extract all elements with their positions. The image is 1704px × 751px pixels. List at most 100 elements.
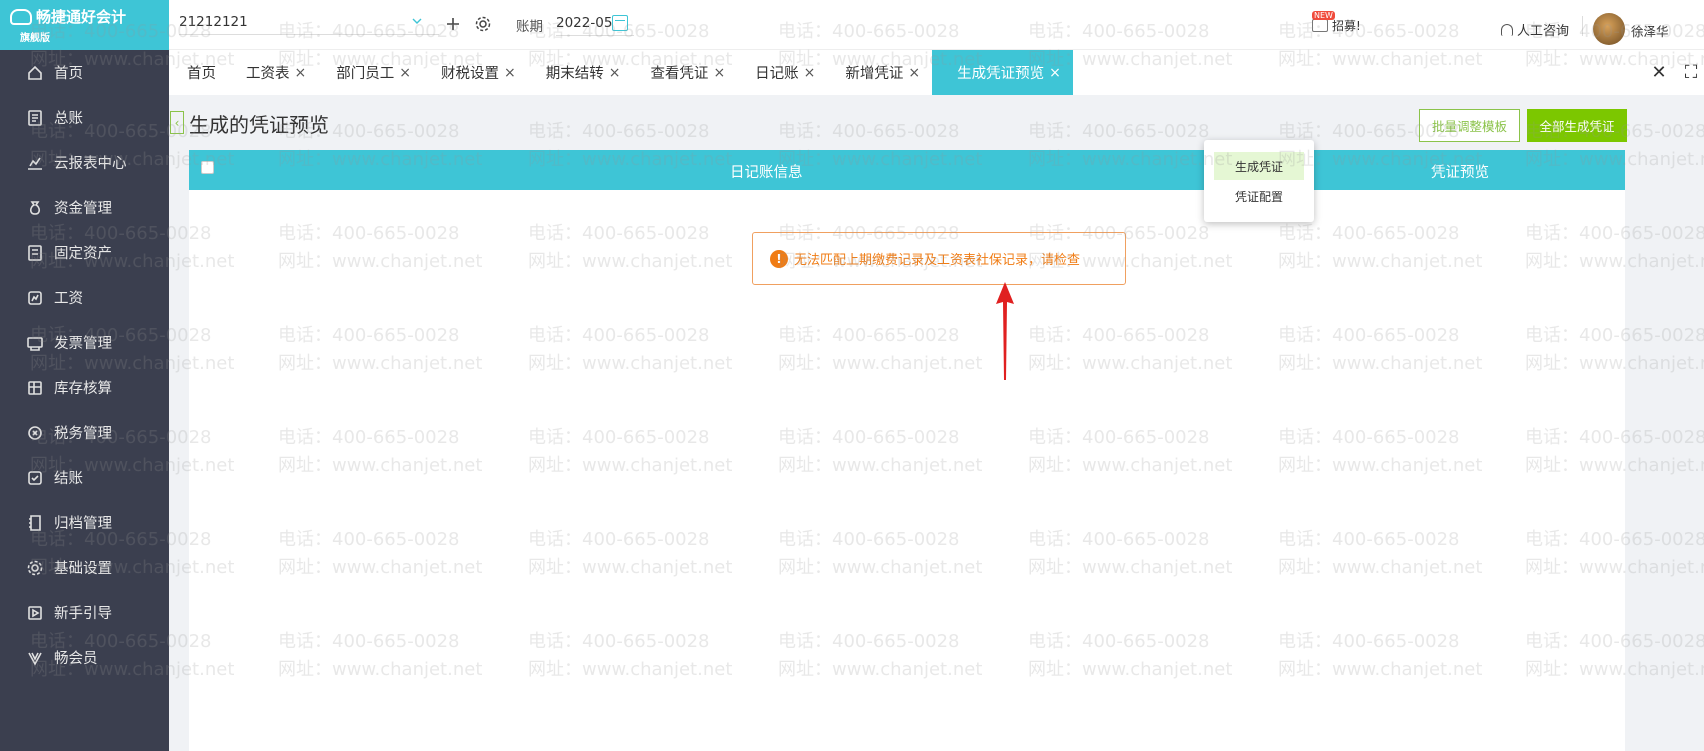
cloud-logo-icon [10,8,32,25]
close-icon[interactable]: × [908,65,920,81]
sidebar-nav: 首页总账云报表中心资金管理固定资产工资发票管理库存核算税务管理结账归档管理基础设… [0,50,169,680]
avatar[interactable] [1593,13,1625,45]
logo[interactable]: 畅捷通好会计 旗舰版 [0,0,169,50]
guide-icon [26,604,44,622]
inventory-icon [26,379,44,397]
tab-3[interactable]: 财税设置 × [423,50,528,95]
sidebar-item-label: 库存核算 [54,381,112,397]
tab-label: 首页 [187,66,216,82]
sidebar-item-inventory[interactable]: 库存核算 [0,365,169,410]
header-voucher-preview: 凭证预览 [1431,165,1489,181]
sidebar-item-money-bag[interactable]: 资金管理 [0,185,169,230]
sidebar-item-label: 云报表中心 [54,156,127,172]
archive-icon [26,514,44,532]
calendar-icon[interactable] [612,15,628,31]
sidebar-item-checkout[interactable]: 结账 [0,455,169,500]
sidebar-item-salary[interactable]: 工资 [0,275,169,320]
sidebar-item-ledger[interactable]: 总账 [0,95,169,140]
sidebar-item-label: 首页 [54,66,83,82]
menu-item-generate-voucher[interactable]: 生成凭证 [1214,152,1304,180]
logo-title: 畅捷通好会计 [36,8,127,26]
home-icon [26,64,44,82]
tab-7[interactable]: 新增凭证 × [827,50,932,95]
sidebar-item-label: 总账 [54,111,83,127]
fullscreen-icon[interactable]: ⛶ [1682,62,1700,83]
close-icon[interactable]: × [1049,65,1061,81]
sidebar-item-label: 新手引导 [54,606,112,622]
sidebar-item-guide[interactable]: 新手引导 [0,590,169,635]
close-icon[interactable]: × [713,65,725,81]
tab-0[interactable]: 首页 [169,50,228,95]
period-label: 账期 [516,19,543,35]
sidebar-item-label: 资金管理 [54,201,112,217]
recruit-label: 招募! [1332,19,1361,33]
tab-6[interactable]: 日记账 × [737,50,827,95]
logo-title-row: 畅捷通好会计 [10,6,159,27]
asset-icon [26,244,44,262]
new-badge: NEW [1312,11,1335,20]
top-bar: 21212121 账期 2022-05 NEW 招募! 人工咨询 徐泽华 [169,0,1704,50]
tab-label: 新增凭证 [845,66,904,82]
sidebar-item-tax[interactable]: 税务管理 [0,410,169,455]
sidebar-item-label: 税务管理 [54,426,112,442]
divider [1582,16,1583,36]
sidebar-item-label: 畅会员 [54,651,98,667]
sidebar-item-label: 发票管理 [54,336,112,352]
select-all-checkbox[interactable] [201,161,214,174]
tax-icon [26,424,44,442]
support-link[interactable]: 人工咨询 [1501,20,1569,39]
sidebar-item-chart[interactable]: 云报表中心 [0,140,169,185]
sidebar: 畅捷通好会计 旗舰版 首页总账云报表中心资金管理固定资产工资发票管理库存核算税务… [0,0,169,751]
warning-icon: ! [770,249,788,268]
sidebar-item-label: 归档管理 [54,516,112,532]
table-header: 日记账信息 凭证预览 [189,150,1625,190]
tab-label: 部门员工 [336,66,395,82]
close-all-icon[interactable]: ✕ [1650,62,1668,83]
close-icon[interactable]: × [399,65,411,81]
tab-actions: ✕ ⛶ [1650,50,1704,95]
sidebar-item-archive[interactable]: 归档管理 [0,500,169,545]
money-bag-icon [26,199,44,217]
close-icon[interactable]: × [804,65,816,81]
tab-5[interactable]: 查看凭证 × [632,50,737,95]
close-icon[interactable]: × [295,65,307,81]
warning-alert: ! 无法匹配上期缴费记录及工资表社保记录，请检查 [752,232,1126,285]
sidebar-item-home[interactable]: 首页 [0,50,169,95]
username[interactable]: 徐泽华 [1631,21,1669,40]
tab-label: 财税设置 [440,66,499,82]
header-journal-info: 日记账信息 [730,165,803,181]
tab-label: 日记账 [755,66,799,82]
sidebar-item-invoice[interactable]: 发票管理 [0,320,169,365]
tab-4[interactable]: 期末结转 × [528,50,633,95]
sidebar-item-vip[interactable]: 畅会员 [0,635,169,680]
add-icon[interactable] [443,14,463,34]
invoice-icon [26,334,44,352]
sidebar-item-asset[interactable]: 固定资产 [0,230,169,275]
vip-icon [26,649,44,667]
recruit-link[interactable]: NEW 招募! [1312,11,1361,34]
gear-icon[interactable] [473,14,493,34]
close-icon[interactable]: × [609,65,621,81]
tab-label: 工资表 [246,66,290,82]
back-chevron-icon[interactable]: ‹ [170,111,184,134]
main-content: ‹ 生成的凭证预览 批量调整模板 全部生成凭证 日记账信息 凭证预览 [169,95,1704,751]
company-select[interactable]: 21212121 [179,14,439,35]
tab-bar: 首页 工资表 × 部门员工 × 财税设置 × 期末结转 × 查看凭证 × 日记账 × 新增凭证 × 生成凭证预… [169,50,1704,95]
tab-label: 生成凭证预览 [957,66,1045,82]
tab-1[interactable]: 工资表 × [228,50,318,95]
generate-all-button[interactable]: 全部生成凭证 [1527,109,1627,142]
headset-icon [1501,23,1513,36]
batch-template-button[interactable]: 批量调整模板 [1419,109,1520,142]
salary-icon [26,289,44,307]
tab-8[interactable]: 生成凭证预览 × [932,50,1073,95]
menu-item-voucher-config[interactable]: 凭证配置 [1214,182,1304,210]
chevron-down-icon[interactable] [412,16,422,26]
close-icon[interactable]: × [504,65,516,81]
alert-message: 无法匹配上期缴费记录及工资表社保记录，请检查 [794,253,1081,268]
annotation-arrow-icon [996,282,1014,380]
generate-dropdown: 生成凭证 凭证配置 [1204,140,1314,222]
sidebar-item-gear[interactable]: 基础设置 [0,545,169,590]
sidebar-item-label: 工资 [54,291,83,307]
ledger-icon [26,109,44,127]
tab-2[interactable]: 部门员工 × [318,50,423,95]
